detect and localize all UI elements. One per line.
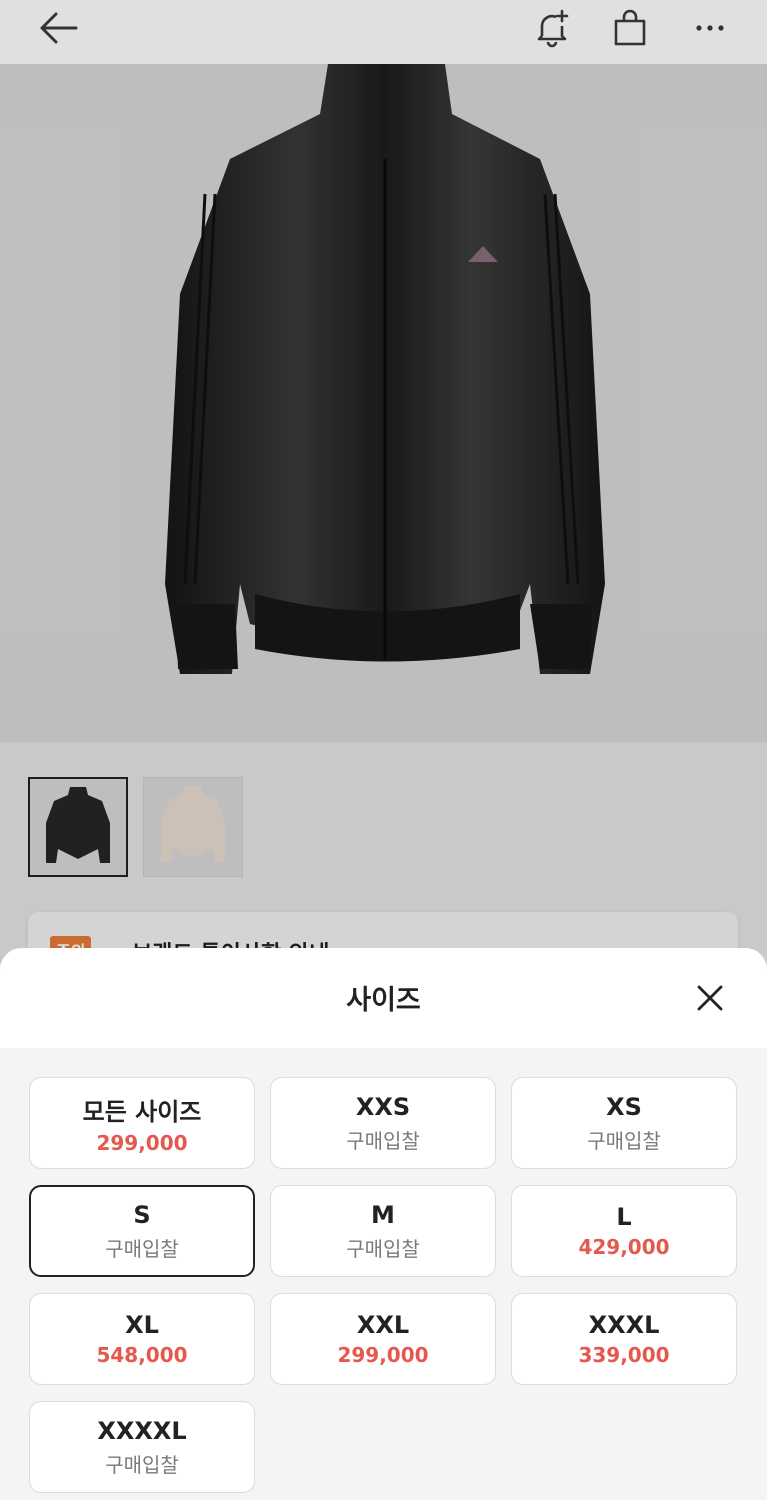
size-option[interactable]: XXL 299,000 (270, 1293, 496, 1385)
size-bid-status: 구매입찰 (105, 1236, 179, 1261)
size-label: XL (125, 1311, 159, 1339)
size-price: 299,000 (337, 1343, 429, 1367)
size-option[interactable]: XXXXL 구매입찰 (29, 1401, 255, 1493)
size-label: XXXXL (97, 1416, 187, 1445)
size-option[interactable]: L 429,000 (511, 1185, 737, 1277)
size-option[interactable]: XXS 구매입찰 (270, 1077, 496, 1169)
size-price: 429,000 (578, 1235, 670, 1259)
dim-overlay[interactable] (0, 64, 767, 964)
size-bottom-sheet: 사이즈 모든 사이즈 299,000 XXS 구매입찰 XS 구매입찰 S 구매입찰 M 구매입찰… (0, 948, 767, 1500)
close-icon[interactable] (690, 978, 730, 1018)
more-horizontal-icon[interactable] (688, 6, 732, 50)
size-option[interactable]: 모든 사이즈 299,000 (29, 1077, 255, 1169)
top-bar (0, 0, 767, 64)
size-price: 299,000 (96, 1130, 188, 1155)
size-price: 339,000 (578, 1343, 670, 1367)
size-option[interactable]: XXXL 339,000 (511, 1293, 737, 1385)
size-label: XS (606, 1092, 642, 1121)
size-bid-status: 구매입찰 (105, 1452, 179, 1477)
sheet-header: 사이즈 (0, 948, 767, 1048)
size-option[interactable]: M 구매입찰 (270, 1185, 496, 1277)
size-label: M (371, 1200, 395, 1229)
size-label: 모든 사이즈 (82, 1097, 202, 1126)
size-option[interactable]: XL 548,000 (29, 1293, 255, 1385)
back-arrow-icon[interactable] (36, 6, 80, 50)
size-bid-status: 구매입찰 (346, 1128, 420, 1153)
size-label: XXXL (588, 1311, 660, 1339)
size-option[interactable]: S 구매입찰 (29, 1185, 255, 1277)
sheet-title: 사이즈 (346, 985, 421, 1016)
size-option[interactable]: XS 구매입찰 (511, 1077, 737, 1169)
size-grid: 모든 사이즈 299,000 XXS 구매입찰 XS 구매입찰 S 구매입찰 M 구매입찰 L 429… (29, 1077, 739, 1493)
size-bid-status: 구매입찰 (346, 1236, 420, 1261)
size-label: S (133, 1200, 151, 1229)
shopping-bag-icon[interactable] (608, 6, 652, 50)
size-price: 548,000 (96, 1343, 188, 1367)
size-label: XXS (355, 1092, 411, 1121)
bell-plus-icon[interactable] (530, 6, 574, 50)
size-label: XXL (356, 1311, 410, 1339)
size-bid-status: 구매입찰 (587, 1128, 661, 1153)
size-label: L (616, 1203, 632, 1231)
